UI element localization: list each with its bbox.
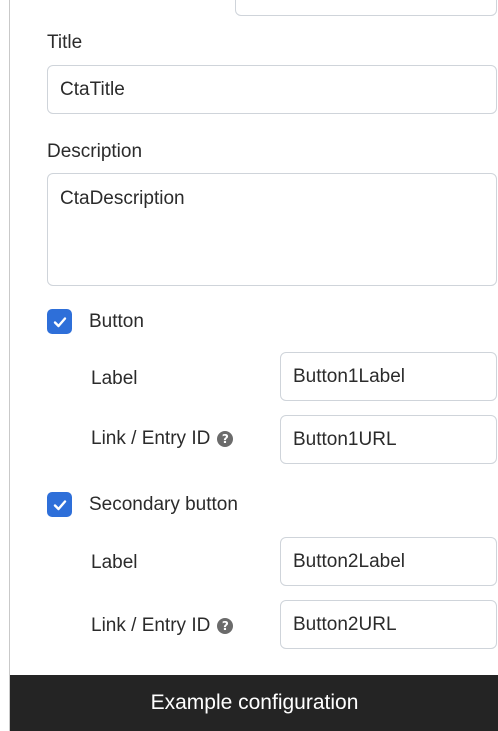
footer-text: Example configuration: [150, 691, 359, 714]
previous-field-input[interactable]: [235, 0, 497, 16]
secondary-label-text: Label: [91, 552, 138, 573]
title-label: Title: [47, 32, 83, 53]
button-label-label: Label: [91, 368, 138, 390]
description-label: Description: [47, 141, 143, 162]
button-link-label: Link / Entry ID ?: [91, 428, 234, 450]
title-input[interactable]: CtaTitle: [47, 65, 497, 114]
button-checkbox-label: Button: [89, 311, 144, 332]
check-icon: [53, 316, 66, 327]
secondary-button-checkbox-label: Secondary button: [89, 494, 238, 515]
secondary-label-label: Label: [91, 552, 138, 574]
button-link-input[interactable]: Button1URL: [280, 415, 497, 464]
button-label-input[interactable]: Button1Label: [280, 352, 497, 401]
secondary-link-label: Link / Entry ID ?: [91, 615, 234, 637]
secondary-label-input[interactable]: Button2Label: [280, 537, 497, 586]
help-icon[interactable]: ?: [217, 431, 234, 447]
secondary-button-checkbox[interactable]: [47, 492, 72, 517]
secondary-link-text: Link / Entry ID: [91, 615, 211, 636]
button-link-text: Link / Entry ID: [91, 428, 211, 449]
secondary-link-input[interactable]: Button2URL: [280, 600, 497, 649]
button-label-text: Label: [91, 368, 138, 389]
check-icon: [53, 499, 66, 510]
description-textarea[interactable]: CtaDescription: [47, 173, 497, 286]
button-checkbox[interactable]: [47, 309, 72, 334]
config-panel: Title CtaTitle Description CtaDescriptio…: [9, 0, 498, 731]
example-configuration-bar: Example configuration: [10, 675, 498, 731]
help-icon[interactable]: ?: [217, 618, 234, 634]
